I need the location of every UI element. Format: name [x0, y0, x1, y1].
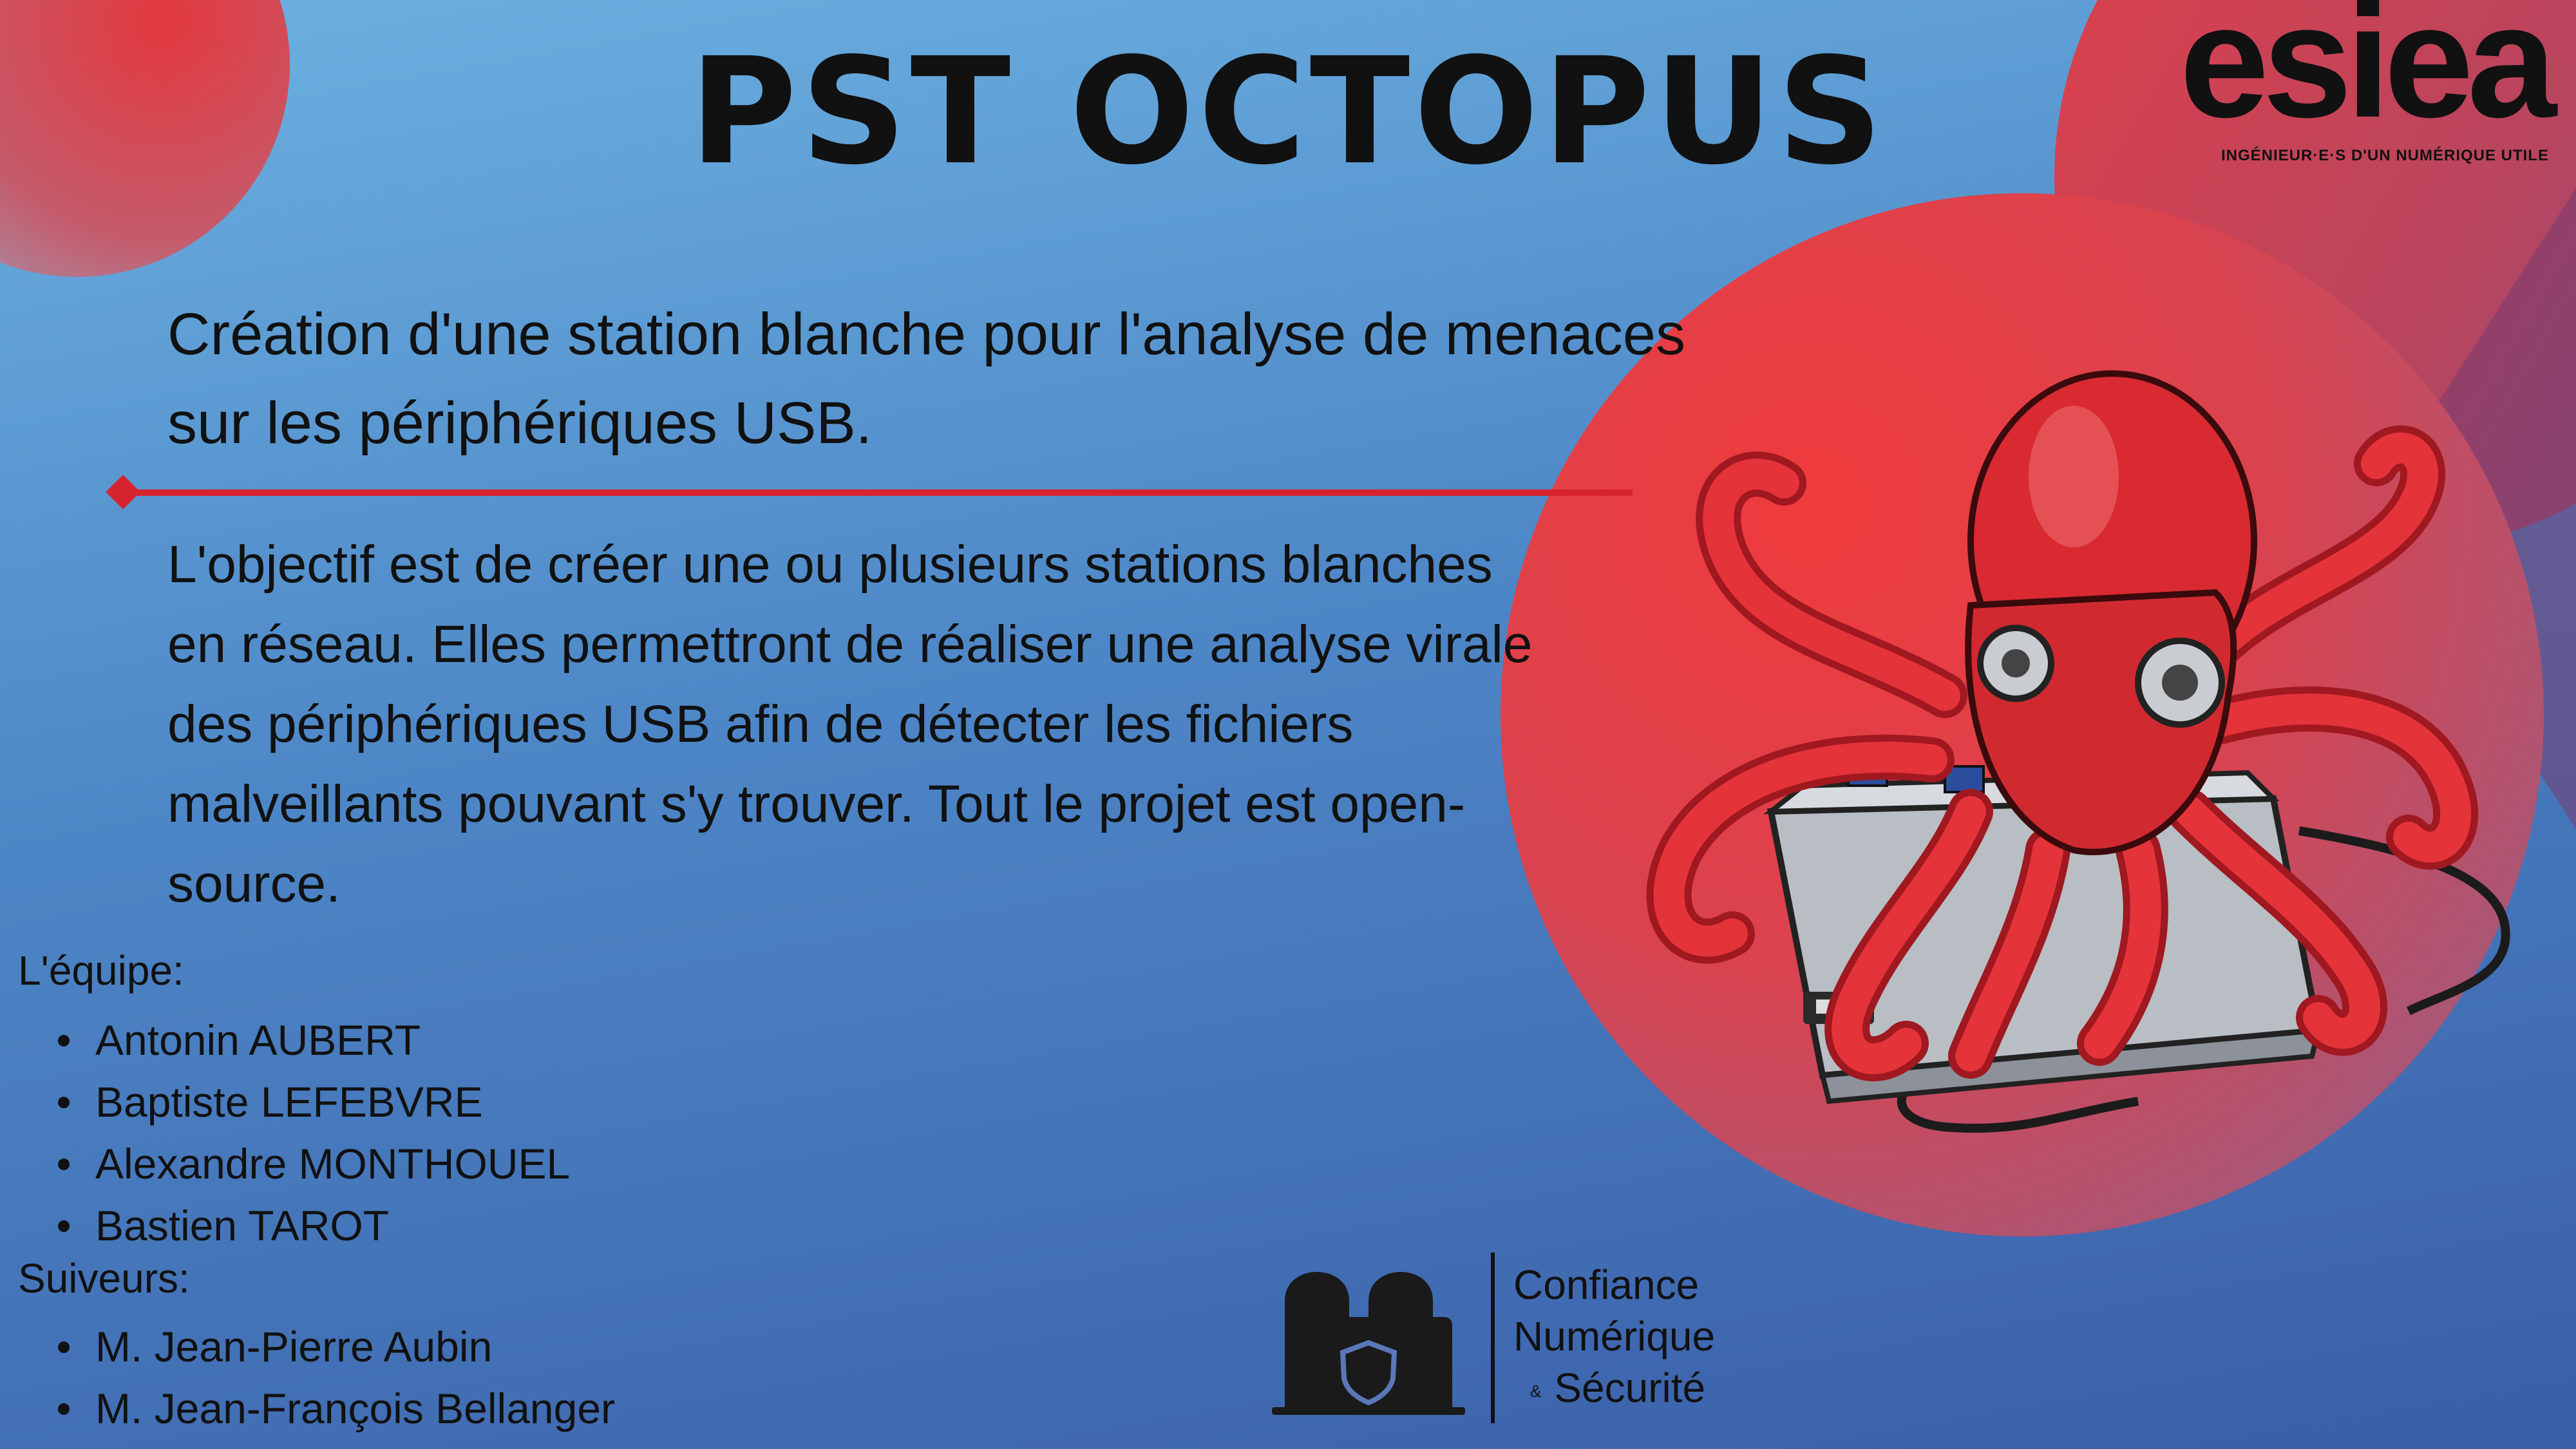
follower: M. Jean-Pierre Aubin [58, 1316, 615, 1378]
team-shield-icon [1272, 1272, 1465, 1415]
followers-list: M. Jean-Pierre Aubin M. Jean-François Be… [58, 1316, 615, 1439]
team-list: Antonin AUBERT Baptiste LEFEBVRE Alexand… [58, 1009, 570, 1256]
cns-line-2: Numérique [1513, 1313, 1716, 1359]
logo-tagline: INGÉNIEUR·E·S D'UN NUMÉRIQUE UTILE [2221, 147, 2549, 164]
objective-text: L'objectif est de créer une ou plusieurs… [167, 535, 1533, 913]
cns-line-1: Confiance [1513, 1262, 1700, 1308]
team-member: Baptiste LEFEBVRE [58, 1071, 570, 1133]
divider-line [119, 489, 1633, 496]
team-label: L'équipe: [18, 947, 184, 994]
divider-diamond [106, 475, 140, 509]
logo-wordmark: esiea [2179, 0, 2557, 151]
esiea-logo: esiea INGÉNIEUR·E·S D'UN NUMÉRIQUE UTILE [2179, 0, 2557, 167]
cns-ampersand: & [1530, 1381, 1542, 1401]
team-member: Bastien TAROT [58, 1195, 570, 1256]
octopus-illustration [1646, 370, 2510, 1133]
cns-line-3: Sécurité [1554, 1365, 1706, 1411]
intro-text: Création d'une station blanche pour l'an… [167, 301, 1686, 456]
cns-label: Confiance Numérique & Sécurité [1513, 1259, 1715, 1417]
followers-label: Suiveurs: [18, 1255, 190, 1302]
follower: M. Jean-François Bellanger [58, 1378, 615, 1439]
team-member: Antonin AUBERT [58, 1009, 570, 1071]
poster: PST OCTOPUS esiea INGÉNIEUR·E·S D'UN NUM… [0, 0, 2576, 1449]
cns-separator [1491, 1253, 1495, 1423]
team-member: Alexandre MONTHOUEL [58, 1133, 570, 1195]
